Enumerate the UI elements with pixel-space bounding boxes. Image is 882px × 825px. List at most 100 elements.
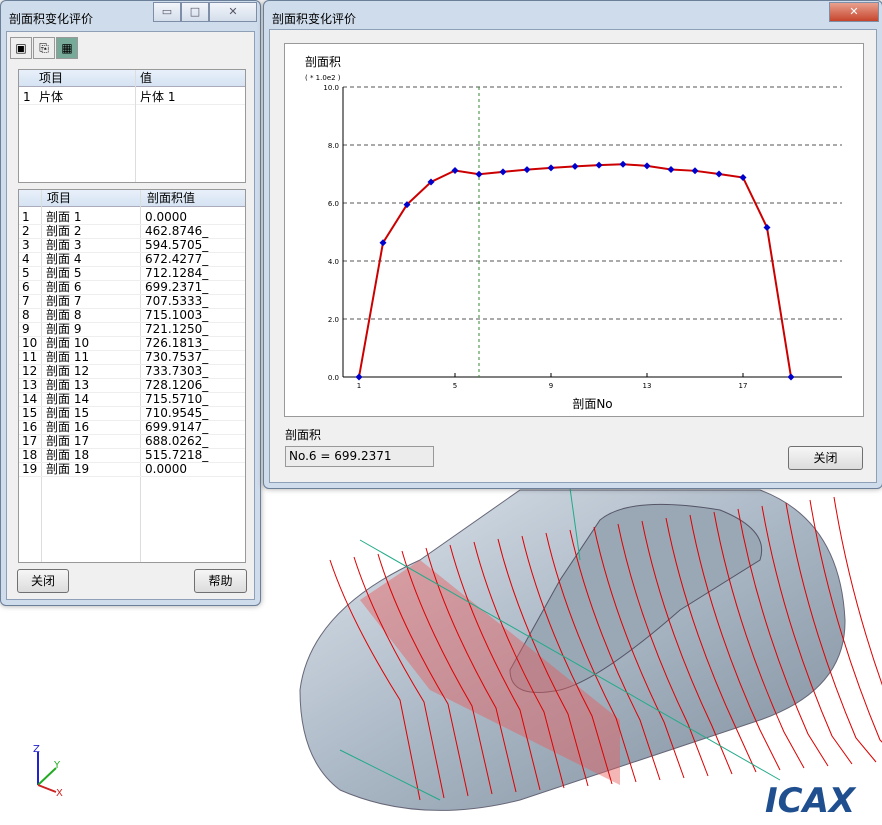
table-row[interactable]: 15 剖面 15 710.9545_ — [19, 406, 245, 421]
cell: 剖面 11 — [46, 350, 90, 364]
copy-icon[interactable]: ⎘ — [33, 37, 55, 59]
table-row[interactable]: 16 剖面 16 699.9147_ — [19, 420, 245, 435]
col-header[interactable]: 项目 — [47, 190, 71, 206]
cell: 剖面 19 — [46, 462, 90, 476]
cell: 12 — [22, 364, 38, 378]
close-button[interactable]: 关闭 — [17, 569, 69, 593]
table-row[interactable]: 12 剖面 12 733.7303_ — [19, 364, 245, 379]
x-tick-label: 13 — [643, 382, 652, 390]
table-row[interactable]: 2 剖面 2 462.8746_ — [19, 224, 245, 239]
window-title: 剖面积变化评价 — [9, 12, 94, 26]
table-row[interactable]: 19 剖面 19 0.0000 — [19, 462, 245, 477]
close-window-button[interactable]: ✕ — [829, 2, 879, 22]
cell: 4 — [22, 252, 30, 266]
cell: 剖面 4 — [46, 252, 82, 266]
data-point — [643, 162, 651, 170]
save-icon[interactable]: ▣ — [10, 37, 32, 59]
cell: 1 — [22, 210, 30, 224]
cell: 6 — [22, 280, 30, 294]
minimize-button[interactable]: ▭ — [153, 2, 181, 22]
series-line — [358, 163, 792, 378]
data-point — [715, 170, 723, 178]
cell: 715.1003_ — [145, 308, 209, 322]
export-icon[interactable]: ▦ — [56, 37, 78, 59]
data-point — [691, 167, 699, 175]
triad-icon: Z Y X — [33, 744, 63, 799]
x-tick-label: 17 — [739, 382, 748, 390]
cell: 剖面 3 — [46, 238, 82, 252]
close-button[interactable]: 关闭 — [788, 446, 863, 470]
close-window-button[interactable]: ✕ — [209, 2, 257, 22]
table-row[interactable]: 10 剖面 10 726.1813_ — [19, 336, 245, 351]
help-button[interactable]: 帮助 — [194, 569, 247, 593]
table-row[interactable]: 4 剖面 4 672.4277_ — [19, 252, 245, 267]
table-row[interactable]: 1 片体 片体 1 — [19, 90, 245, 105]
y-tick-label: 8.0 — [328, 142, 339, 150]
table-row[interactable]: 17 剖面 17 688.0262_ — [19, 434, 245, 449]
data-point — [571, 162, 579, 170]
cell: 剖面 9 — [46, 322, 82, 336]
data-point — [595, 161, 603, 169]
svg-text:X: X — [56, 788, 63, 799]
x-axis-label: 剖面No — [572, 397, 612, 411]
cell: 699.2371_ — [145, 280, 209, 294]
table-row[interactable]: 1 剖面 1 0.0000 — [19, 210, 245, 225]
chart-window: 剖面积变化评价 ✕ 剖面积 ( * 1.0e2 ) 0.0 2.0 4.0 6.0 8.0 1… — [263, 0, 882, 489]
area-chart: 剖面积 ( * 1.0e2 ) 0.0 2.0 4.0 6.0 8.0 10.0 1 5 9 13 17… — [284, 43, 864, 417]
cell: 594.5705_ — [145, 238, 209, 252]
data-point — [787, 373, 795, 381]
table-row[interactable]: 13 剖面 13 728.1206_ — [19, 378, 245, 393]
y-tick-label: 4.0 — [328, 258, 339, 266]
cell: 2 — [22, 224, 30, 238]
maximize-button[interactable]: □ — [181, 2, 209, 22]
scale-note: ( * 1.0e2 ) — [305, 74, 341, 82]
table-row[interactable]: 6 剖面 6 699.2371_ — [19, 280, 245, 295]
cell: 剖面 5 — [46, 266, 82, 280]
table-row[interactable]: 7 剖面 7 707.5333_ — [19, 294, 245, 309]
cell: 707.5333_ — [145, 294, 209, 308]
col-header[interactable]: 剖面积值 — [147, 190, 195, 206]
watermark-logo: ICAX — [765, 781, 857, 821]
y-tick-label: 0.0 — [328, 374, 339, 382]
data-point — [475, 170, 483, 178]
left-window: 剖面积变化评价 ▭ □ ✕ ▣ ⎘ ▦ 项目 值 1 片体 片体 1 项目 剖面积值… — [0, 0, 261, 606]
cell: 13 — [22, 378, 38, 392]
cell: 733.7303_ — [145, 364, 209, 378]
data-point — [355, 373, 363, 381]
cell: 726.1813_ — [145, 336, 209, 350]
col-header[interactable]: 项目 — [39, 70, 63, 86]
readout-field: No.6 = 699.2371 — [285, 446, 434, 467]
cell: 515.7218_ — [145, 448, 209, 462]
cell: 699.9147_ — [145, 420, 209, 434]
cell: 剖面 6 — [46, 280, 82, 294]
cell: 688.0262_ — [145, 434, 209, 448]
table-row[interactable]: 3 剖面 3 594.5705_ — [19, 238, 245, 253]
cell: 710.9545_ — [145, 406, 209, 420]
cell: 9 — [22, 322, 30, 336]
cell: 11 — [22, 350, 38, 364]
table-row[interactable]: 14 剖面 14 715.5710_ — [19, 392, 245, 407]
table-row[interactable]: 5 剖面 5 712.1284_ — [19, 266, 245, 281]
cell: 715.5710_ — [145, 392, 209, 406]
cell: 10 — [22, 336, 38, 350]
cell: 0.0000 — [145, 462, 187, 476]
table-row[interactable]: 8 剖面 8 715.1003_ — [19, 308, 245, 323]
cell: 剖面 15 — [46, 406, 90, 420]
cell: 剖面 18 — [46, 448, 90, 462]
table-row[interactable]: 11 剖面 11 730.7537_ — [19, 350, 245, 365]
cell: 剖面 7 — [46, 294, 82, 308]
cell: 16 — [22, 420, 38, 434]
cell: 剖面 2 — [46, 224, 82, 238]
section-table: 项目 剖面积值 1 剖面 1 0.0000 2 剖面 2 462.8746_ 3 剖面 3 59… — [18, 189, 246, 563]
data-point — [523, 166, 531, 174]
cell: 721.1250_ — [145, 322, 209, 336]
table-row[interactable]: 9 剖面 9 721.1250_ — [19, 322, 245, 337]
table-row[interactable]: 18 剖面 18 515.7218_ — [19, 448, 245, 463]
col-header[interactable]: 值 — [140, 70, 152, 86]
cell: 728.1206_ — [145, 378, 209, 392]
data-point — [499, 168, 507, 176]
cell: 剖面 17 — [46, 434, 90, 448]
cell: 8 — [22, 308, 30, 322]
cell: 14 — [22, 392, 38, 406]
y-tick-label: 6.0 — [328, 200, 339, 208]
